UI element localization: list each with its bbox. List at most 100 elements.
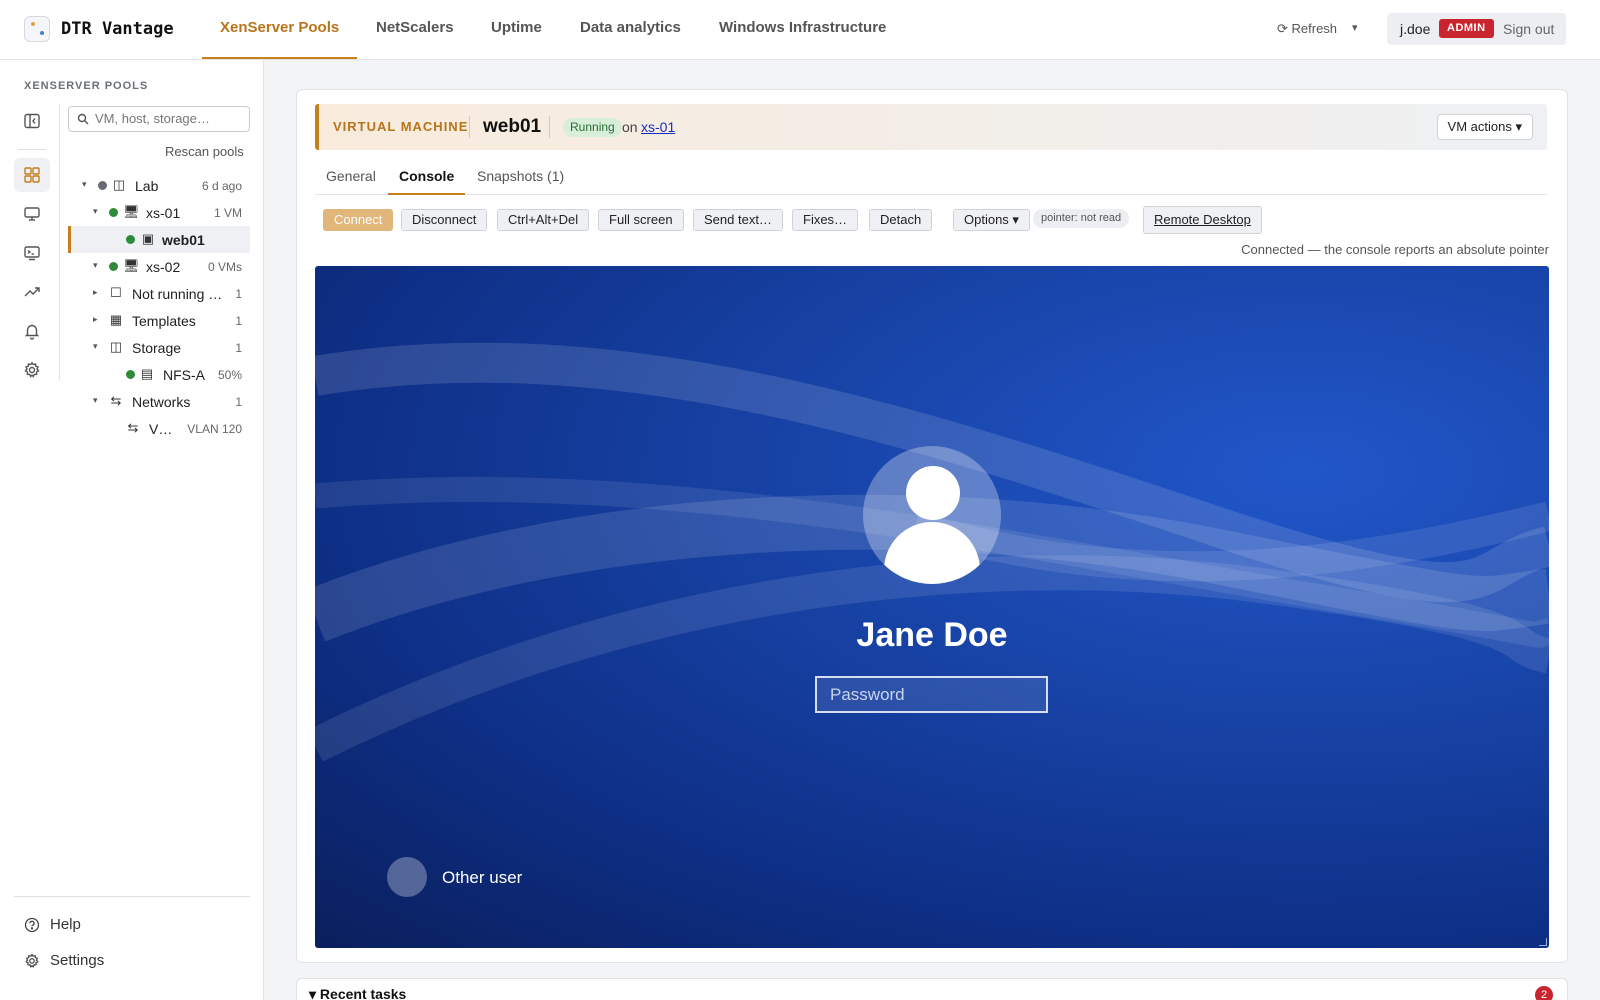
connect-button[interactable]: Connect [323,209,394,231]
ctrl-alt-del-button[interactable]: Ctrl+Alt+Del [497,209,590,231]
remote-desktop-button[interactable]: Remote Desktop [1143,206,1262,234]
tree-item-xs-01[interactable]: ▾ 🖥 xs-01 1 VM [68,199,250,226]
sign-out-link[interactable]: Sign out [1503,21,1554,37]
nav-tab-xenserver-pools[interactable]: XenServer Pools [202,0,358,59]
refresh-button[interactable]: ⟳ Refresh [1277,21,1337,37]
tree-item-meta: 1 VM [213,206,242,220]
tree-item-meta: 1 [235,287,242,301]
tree-item-nfs-a[interactable]: ▤ NFS-A 50% [68,361,250,388]
gear-icon[interactable] [14,353,50,387]
recent-tasks-count-badge: 2 [1535,986,1553,1000]
chevron-right-icon[interactable]: ▸ [93,287,98,298]
sr-icon: ▤ [140,366,154,381]
help-icon [24,917,40,932]
settings-label: Settings [50,952,105,969]
recent-tasks-panel[interactable]: ▾ Recent tasks 2 [296,978,1568,1000]
nav-tab-windows-infrastructure[interactable]: Windows Infrastructure [701,0,904,59]
host-icon: 🖥 [123,204,140,219]
host-icon: 🖥 [123,258,140,273]
tab-general[interactable]: General [315,168,387,195]
vm-tabs: General Console Snapshots (1) [315,160,1547,195]
chevron-right-icon[interactable]: ▸ [93,314,98,325]
rail-separator [59,104,60,380]
vm-icon: ▣ [141,231,155,246]
sidebar-search[interactable] [68,106,250,132]
vm-header: VIRTUAL MACHINE web01 Running on xs-01 V… [315,104,1547,150]
connection-status: Connected — the console reports an absol… [1241,242,1549,257]
monitor-icon[interactable] [14,197,50,231]
tree-item-meta: 50% [217,368,242,382]
tree-item-vlan[interactable]: ⇆ V… VLAN 120 [68,415,250,442]
storage-icon: ◫ [109,339,123,354]
vm-stopped-icon: ☐ [110,285,122,300]
search-icon [77,113,89,125]
nav-tab-data-analytics[interactable]: Data analytics [562,0,699,59]
status-dot [109,262,118,271]
user-box: j.doe ADMIN Sign out [1387,13,1566,45]
tree-item-meta: 1 [235,341,242,355]
role-badge: ADMIN [1439,19,1494,38]
bell-icon[interactable] [14,314,50,348]
rescan-pools-link[interactable]: Rescan pools [165,144,244,159]
other-user-label[interactable]: Other user [442,868,522,888]
chevron-down-icon[interactable]: ▾ [82,179,87,190]
settings-link[interactable]: Settings [24,952,104,969]
password-field[interactable] [815,676,1048,713]
gear-icon [25,953,39,968]
trend-chart-icon[interactable] [14,275,50,309]
tree-item-storage[interactable]: ▾ ◫ Storage 1 [68,334,250,361]
nav-tab-netscalers[interactable]: NetScalers [358,0,472,59]
other-user-avatar-icon[interactable] [387,857,427,897]
tree-item-meta: VLAN 120 [187,422,242,436]
search-input[interactable] [95,111,245,126]
tree-item-label: web01 [162,232,205,248]
vm-host-link[interactable]: xs-01 [641,119,675,135]
recent-tasks-toggle[interactable]: ▾ Recent tasks [309,986,406,1000]
pools-grid-icon[interactable] [14,158,50,192]
network-icon: ⇆ [127,420,139,435]
chevron-down-icon[interactable]: ▾ [93,206,98,217]
chevron-down-icon[interactable]: ▾ [93,260,98,271]
detach-button[interactable]: Detach [869,209,933,231]
tab-snapshots[interactable]: Snapshots (1) [466,168,575,195]
vm-panel: VIRTUAL MACHINE web01 Running on xs-01 V… [296,89,1568,963]
tree-item-label: xs-02 [146,259,181,275]
tab-console[interactable]: Console [388,168,466,195]
divider [469,116,470,138]
tree-item-web01[interactable]: ▣ web01 [68,226,250,253]
tree-item-label: Templates [132,313,196,329]
status-dot [109,208,118,217]
terminal-icon[interactable] [14,236,50,270]
template-icon: ▦ [109,312,123,327]
tree-item-templates[interactable]: ▸ ▦ Templates 1 [68,307,250,334]
tree-item-label: Networks [132,394,191,410]
options-button[interactable]: Options ▾ [953,209,1030,231]
chevron-down-icon[interactable]: ▾ [93,395,98,406]
sidebar: XENSERVER POOLS Rescan pools ▾ ◫ Lab 6 d… [0,60,264,1000]
network-icon: ⇆ [110,393,122,408]
wallpaper-waves [315,342,1549,762]
tree-item-lab[interactable]: ▾ ◫ Lab 6 d ago [68,172,250,199]
vm-on-label: on [622,119,638,135]
tree-item-label: xs-01 [146,205,181,221]
collapse-sidebar-icon[interactable] [14,104,50,138]
help-link[interactable]: Help [24,916,81,933]
vm-console-screen[interactable]: Jane Doe Other user [315,266,1549,948]
tree-item-not-running[interactable]: ▸ ☐ Not running … 1 [68,280,250,307]
refresh-options-chevron-icon[interactable]: ▾ [1352,21,1358,34]
tree-item-networks[interactable]: ▾ ⇆ Networks 1 [68,388,250,415]
tree-item-meta: 0 VMs [207,260,242,274]
vm-actions-button[interactable]: VM actions ▾ [1436,114,1533,140]
fullscreen-button[interactable]: Full screen [598,209,684,231]
send-text-button[interactable]: Send text… [693,209,783,231]
disconnect-button[interactable]: Disconnect [401,209,488,231]
fixes-button[interactable]: Fixes… [792,209,859,231]
tree-item-label: Not running … [132,286,223,302]
tree-item-label: V… [149,421,173,437]
resize-grip-icon[interactable] [1539,938,1547,946]
login-user-name: Jane Doe [856,616,1008,654]
nav-tab-uptime[interactable]: Uptime [473,0,560,59]
chevron-down-icon[interactable]: ▾ [93,341,98,352]
sidebar-title: XENSERVER POOLS [24,80,149,92]
tree-item-xs-02[interactable]: ▾ 🖥 xs-02 0 VMs [68,253,250,280]
